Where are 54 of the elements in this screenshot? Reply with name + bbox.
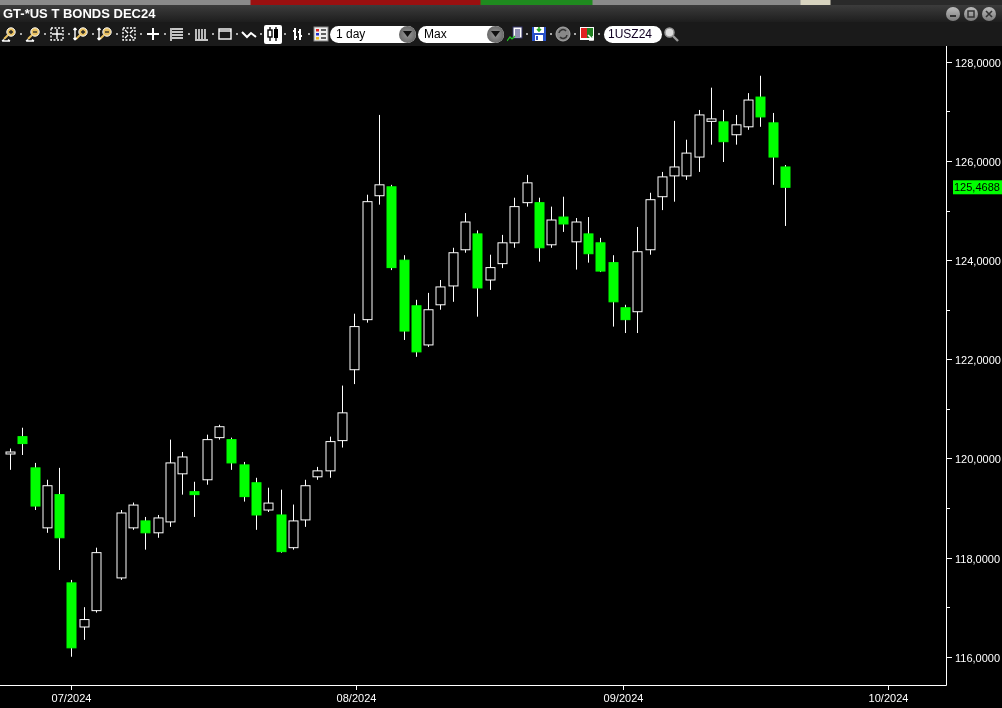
candlestick xyxy=(140,516,151,551)
candlestick xyxy=(288,504,299,551)
indicator-chart-icon[interactable] xyxy=(506,24,524,44)
reset-zoom-icon[interactable] xyxy=(120,24,138,44)
save-icon[interactable] xyxy=(530,24,548,44)
minimize-button[interactable] xyxy=(946,6,960,21)
y-axis-label: 122,0000 xyxy=(955,353,1001,366)
candlestick xyxy=(755,75,766,128)
zoom-out-icon[interactable] xyxy=(24,24,42,44)
close-button[interactable] xyxy=(982,6,996,21)
candlestick xyxy=(571,217,582,271)
maximize-button[interactable] xyxy=(964,6,978,21)
y-axis-label: 124,0000 xyxy=(955,254,1001,267)
refresh-icon[interactable] xyxy=(554,24,572,44)
export-icon[interactable] xyxy=(578,24,596,44)
candlestick xyxy=(558,196,569,233)
maximize-icon xyxy=(967,9,975,18)
candlestick xyxy=(731,114,742,146)
x-axis-label: 08/2024 xyxy=(336,692,377,704)
symbol-field[interactable]: 1USZ24 xyxy=(604,25,662,43)
dropdown[interactable]: 1 day xyxy=(330,25,416,43)
candlestick xyxy=(694,109,705,173)
window-title: GT-*US T BONDS DEC24 xyxy=(3,6,156,21)
legend-list-icon[interactable] xyxy=(312,24,330,44)
y-axis-label: 128,0000 xyxy=(955,56,1001,69)
search-icon[interactable] xyxy=(662,24,680,44)
x-axis-label: 10/2024 xyxy=(868,692,909,704)
y-axis-label: 120,0000 xyxy=(955,452,1001,465)
zoom-in-icon[interactable] xyxy=(0,24,18,44)
last-price-tag: 125,4688 xyxy=(953,180,1002,195)
x-axis-label: 09/2024 xyxy=(603,692,644,704)
candlestick xyxy=(595,237,606,273)
candlestick xyxy=(30,462,41,511)
candlestick xyxy=(276,489,287,554)
candlestick xyxy=(239,461,250,503)
candlestick xyxy=(718,109,729,163)
dropdown[interactable]: Max xyxy=(418,25,504,43)
y-axis-label: 116,0000 xyxy=(955,651,1001,664)
candlestick xyxy=(485,254,496,291)
candlestick xyxy=(448,247,459,303)
fit-icon[interactable] xyxy=(48,24,66,44)
candlestick xyxy=(583,216,594,264)
candlestick xyxy=(189,481,200,518)
y-axis-label: 118,0000 xyxy=(955,552,1001,565)
candlestick xyxy=(706,87,717,146)
candlestick xyxy=(5,448,16,471)
candlestick xyxy=(349,313,360,385)
close-icon xyxy=(985,9,993,18)
x-axis-label: 07/2024 xyxy=(51,692,92,704)
candlestick xyxy=(17,427,28,456)
candlestick-icon[interactable] xyxy=(264,24,282,44)
candlestick xyxy=(780,164,791,227)
candlestick xyxy=(743,92,754,131)
y-axis-label: 126,0000 xyxy=(955,155,1001,168)
